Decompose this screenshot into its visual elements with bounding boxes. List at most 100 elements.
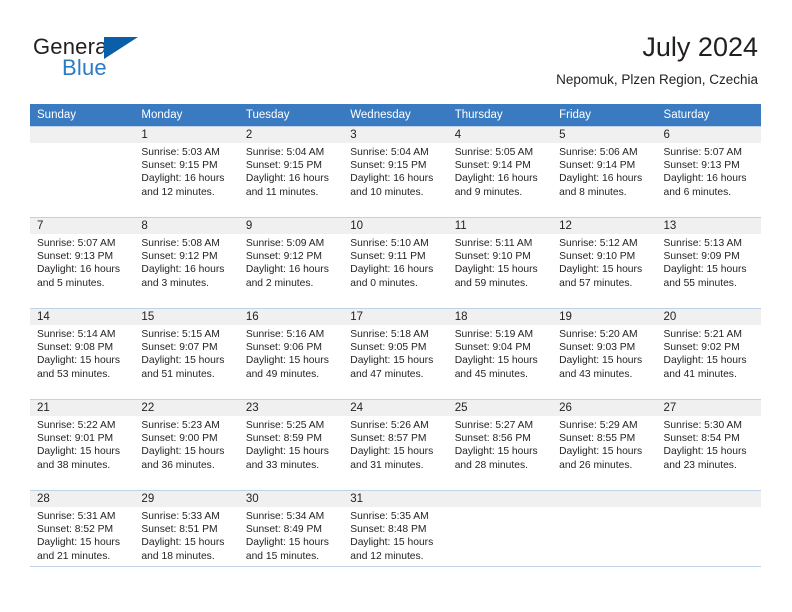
day-cell-inner: 13 Sunrise: 5:13 AM Sunset: 9:09 PM Dayligh… — [656, 218, 761, 308]
day-info-line: Sunrise: 5:15 AM — [141, 329, 220, 340]
day-info-line: and 55 minutes. — [663, 277, 737, 289]
day-info-line: Sunset: 9:08 PM — [37, 342, 114, 354]
day-info-line: Sunset: 8:51 PM — [141, 524, 218, 536]
calendar-day-cell[interactable]: 7 Sunrise: 5:07 AM Sunset: 9:13 PM Daylight… — [30, 217, 135, 309]
day-sun-info: Sunrise: 5:21 AM Sunset: 9:02 PM Daylight:… — [657, 325, 761, 381]
calendar-day-cell[interactable]: 3 Sunrise: 5:04 AM Sunset: 9:15 PM Daylight… — [343, 126, 448, 218]
day-info-line: and 8 minutes. — [559, 186, 627, 198]
day-info-line: Sunset: 9:04 PM — [454, 342, 531, 354]
day-info-line: and 45 minutes. — [454, 368, 528, 380]
day-info-line: Sunset: 9:01 PM — [37, 433, 114, 445]
day-info-line: and 47 minutes. — [350, 368, 424, 380]
calendar-day-cell[interactable]: 28 Sunrise: 5:31 AM Sunset: 8:52 PM Dayligh… — [30, 490, 135, 581]
day-info-line: Sunrise: 5:25 AM — [245, 420, 325, 431]
day-sun-info: Sunrise: 5:35 AM Sunset: 8:48 PM Daylight:… — [343, 507, 447, 563]
calendar-day-cell[interactable]: 25 Sunrise: 5:27 AM Sunset: 8:56 PM Dayligh… — [447, 399, 553, 491]
day-sun-info: Sunrise: 5:16 AM Sunset: 9:06 PM Daylight:… — [239, 325, 343, 381]
calendar-day-cell[interactable]: 27 Sunrise: 5:30 AM Sunset: 8:54 PM Dayligh… — [656, 399, 761, 491]
calendar-day-cell[interactable]: 22 Sunrise: 5:23 AM Sunset: 9:00 PM Dayligh… — [134, 399, 239, 491]
day-info-line: Sunset: 9:09 PM — [663, 251, 740, 263]
calendar-day-cell[interactable]: 30 Sunrise: 5:34 AM Sunset: 8:49 PM Dayligh… — [238, 490, 344, 581]
day-sun-info — [30, 143, 134, 146]
calendar-day-cell[interactable]: 12 Sunrise: 5:12 AM Sunset: 9:10 PM Dayligh… — [552, 217, 657, 309]
day-info-line: Sunset: 9:06 PM — [245, 342, 322, 354]
day-number — [552, 491, 657, 507]
day-info-line: Sunset: 9:00 PM — [141, 433, 218, 445]
day-info-line: Daylight: 15 hours — [454, 355, 538, 367]
calendar-day-cell[interactable]: 13 Sunrise: 5:13 AM Sunset: 9:09 PM Dayligh… — [656, 217, 761, 309]
calendar-day-cell[interactable]: 26 Sunrise: 5:29 AM Sunset: 8:55 PM Dayligh… — [552, 399, 657, 491]
day-cell-inner: 5 Sunrise: 5:06 AM Sunset: 9:14 PM Daylight… — [552, 127, 657, 217]
calendar-week-row: 1 Sunrise: 5:03 AM Sunset: 9:15 PM Daylight… — [30, 126, 761, 218]
calendar-day-cell[interactable]: 18 Sunrise: 5:19 AM Sunset: 9:04 PM Dayligh… — [447, 308, 553, 400]
day-info-line: Daylight: 16 hours — [454, 173, 538, 185]
day-number — [30, 127, 135, 143]
day-info-line: Sunset: 9:02 PM — [663, 342, 740, 354]
calendar-day-cell[interactable]: 20 Sunrise: 5:21 AM Sunset: 9:02 PM Dayligh… — [656, 308, 761, 400]
day-info-line: Sunrise: 5:06 AM — [559, 147, 638, 158]
calendar-day-cell[interactable]: 5 Sunrise: 5:06 AM Sunset: 9:14 PM Daylight… — [552, 126, 657, 218]
day-info-line: Sunrise: 5:07 AM — [663, 147, 742, 158]
day-info-line: Daylight: 15 hours — [454, 446, 538, 458]
day-sun-info: Sunrise: 5:14 AM Sunset: 9:08 PM Daylight:… — [30, 325, 134, 381]
day-number: 3 — [343, 127, 448, 143]
day-info-line: Sunset: 9:10 PM — [559, 251, 636, 263]
page-header: General Blue July 2024 Nepomuk, Plzen Re… — [0, 0, 792, 102]
day-info-line: Daylight: 15 hours — [454, 264, 538, 276]
calendar-day-cell[interactable]: 21 Sunrise: 5:22 AM Sunset: 9:01 PM Dayligh… — [30, 399, 135, 491]
calendar-day-cell[interactable]: 11 Sunrise: 5:11 AM Sunset: 9:10 PM Dayligh… — [447, 217, 553, 309]
calendar-day-cell[interactable]: 9 Sunrise: 5:09 AM Sunset: 9:12 PM Daylight… — [238, 217, 344, 309]
logo-triangle-icon — [104, 37, 138, 59]
weekday-header-thursday: Thursday — [447, 104, 553, 127]
calendar-day-cell[interactable]: 14 Sunrise: 5:14 AM Sunset: 9:08 PM Dayligh… — [30, 308, 135, 400]
day-info-line: Sunrise: 5:33 AM — [141, 511, 220, 522]
day-info-line: Sunrise: 5:16 AM — [245, 329, 325, 340]
calendar-day-cell[interactable]: 24 Sunrise: 5:26 AM Sunset: 8:57 PM Dayligh… — [343, 399, 448, 491]
day-info-line: Daylight: 16 hours — [141, 264, 225, 276]
day-info-line: and 59 minutes. — [454, 277, 528, 289]
day-cell-inner: 20 Sunrise: 5:21 AM Sunset: 9:02 PM Dayligh… — [656, 309, 761, 399]
day-sun-info: Sunrise: 5:05 AM Sunset: 9:14 PM Daylight:… — [448, 143, 552, 199]
day-number: 26 — [552, 400, 657, 416]
day-info-line: and 10 minutes. — [350, 186, 424, 198]
day-number: 27 — [656, 400, 761, 416]
day-sun-info: Sunrise: 5:25 AM Sunset: 8:59 PM Daylight:… — [239, 416, 343, 472]
day-cell-inner: 17 Sunrise: 5:18 AM Sunset: 9:05 PM Dayligh… — [343, 309, 448, 399]
calendar-day-cell[interactable]: 19 Sunrise: 5:20 AM Sunset: 9:03 PM Dayligh… — [552, 308, 657, 400]
general-blue-logo[interactable]: General Blue — [33, 34, 213, 84]
day-info-line: Sunset: 9:13 PM — [37, 251, 114, 263]
calendar-day-cell[interactable]: 29 Sunrise: 5:33 AM Sunset: 8:51 PM Dayligh… — [134, 490, 239, 581]
calendar-week-row: 14 Sunrise: 5:14 AM Sunset: 9:08 PM Dayligh… — [30, 308, 761, 400]
day-info-line: Daylight: 15 hours — [663, 355, 747, 367]
day-info-line: Sunset: 9:15 PM — [245, 160, 322, 172]
day-number: 12 — [552, 218, 657, 234]
day-info-line: Daylight: 16 hours — [663, 173, 747, 185]
calendar-day-cell[interactable]: 1 Sunrise: 5:03 AM Sunset: 9:15 PM Daylight… — [134, 126, 239, 218]
calendar-day-cell[interactable]: 31 Sunrise: 5:35 AM Sunset: 8:48 PM Dayligh… — [343, 490, 448, 581]
day-info-line: Sunset: 9:15 PM — [141, 160, 218, 172]
day-info-line: and 6 minutes. — [663, 186, 732, 198]
calendar-day-cell[interactable]: 16 Sunrise: 5:16 AM Sunset: 9:06 PM Dayligh… — [238, 308, 344, 400]
calendar-day-cell[interactable]: 4 Sunrise: 5:05 AM Sunset: 9:14 PM Daylight… — [447, 126, 553, 218]
calendar-day-cell[interactable]: 10 Sunrise: 5:10 AM Sunset: 9:11 PM Dayligh… — [343, 217, 448, 309]
day-info-line: and 15 minutes. — [245, 550, 320, 562]
day-info-line: Sunrise: 5:03 AM — [141, 147, 220, 158]
day-info-line: Daylight: 15 hours — [37, 537, 120, 549]
calendar-day-cell[interactable]: 6 Sunrise: 5:07 AM Sunset: 9:13 PM Daylight… — [656, 126, 761, 218]
day-info-line: Daylight: 15 hours — [245, 446, 329, 458]
day-info-line: and 0 minutes. — [350, 277, 418, 289]
day-info-line: Daylight: 15 hours — [37, 355, 120, 367]
day-cell-inner — [30, 127, 135, 217]
day-info-line: Sunrise: 5:20 AM — [559, 329, 638, 340]
day-info-line: Sunrise: 5:08 AM — [141, 238, 220, 249]
calendar-day-cell[interactable]: 17 Sunrise: 5:18 AM Sunset: 9:05 PM Dayligh… — [343, 308, 448, 400]
day-info-line: Sunset: 9:13 PM — [663, 160, 740, 172]
day-info-line: Sunrise: 5:09 AM — [245, 238, 325, 249]
day-number: 22 — [134, 400, 239, 416]
calendar-day-cell[interactable]: 8 Sunrise: 5:08 AM Sunset: 9:12 PM Daylight… — [134, 217, 239, 309]
day-info-line: and 12 minutes. — [350, 550, 424, 562]
calendar-day-cell[interactable]: 23 Sunrise: 5:25 AM Sunset: 8:59 PM Dayligh… — [238, 399, 344, 491]
day-info-line: Sunset: 8:57 PM — [350, 433, 427, 445]
calendar-day-cell[interactable]: 2 Sunrise: 5:04 AM Sunset: 9:15 PM Daylight… — [238, 126, 344, 218]
calendar-day-cell[interactable]: 15 Sunrise: 5:15 AM Sunset: 9:07 PM Dayligh… — [134, 308, 239, 400]
